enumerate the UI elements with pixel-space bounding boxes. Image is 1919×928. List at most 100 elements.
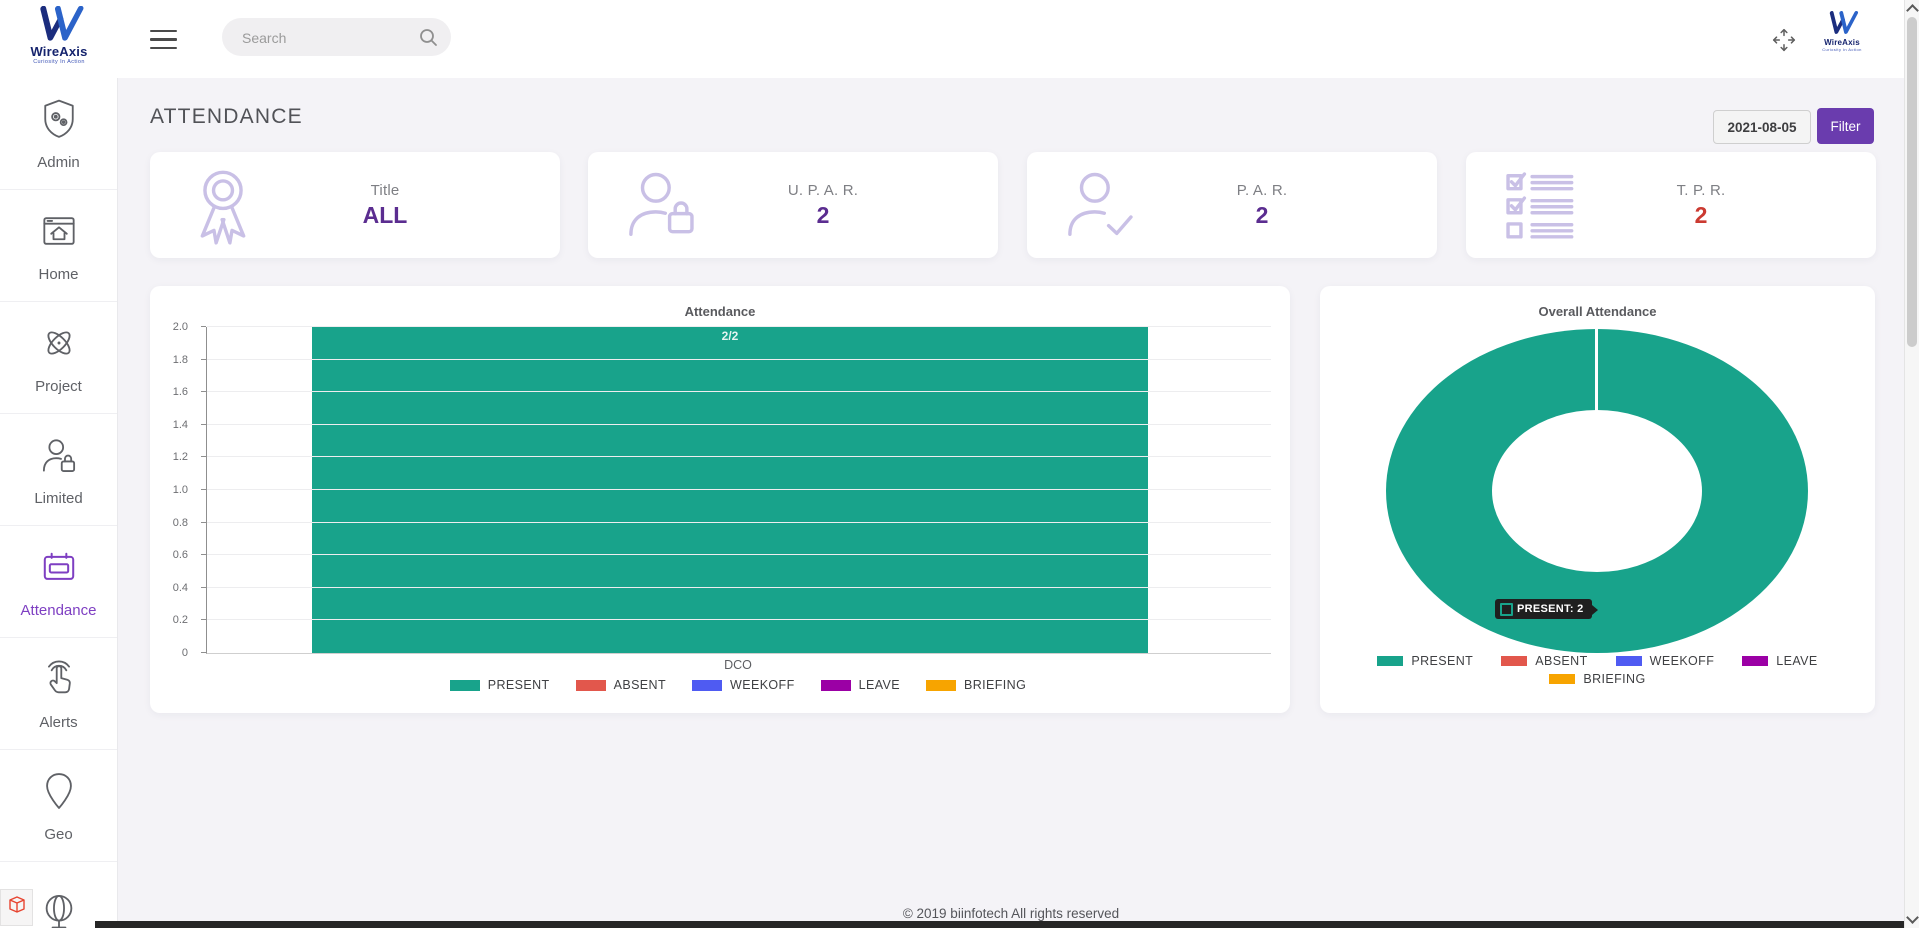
bar-chart-x-label: DCO — [206, 658, 1270, 672]
sidebar-item-limited[interactable]: Limited — [0, 414, 117, 526]
legend-label: LEAVE — [1776, 654, 1817, 668]
y-axis-tick-label: 0.8 — [173, 517, 188, 529]
checklist-icon — [1466, 162, 1611, 248]
sidebar-item-alerts[interactable]: Alerts — [0, 638, 117, 750]
stat-value: 2 — [1256, 202, 1269, 229]
user-check-icon — [1027, 162, 1172, 248]
hamburger-menu-icon[interactable] — [150, 30, 177, 49]
atom-icon — [37, 321, 81, 369]
legend-item: LEAVE — [821, 678, 900, 692]
legend-item: BRIEFING — [1549, 672, 1645, 686]
laravel-badge[interactable] — [0, 889, 33, 926]
legend-swatch — [1377, 656, 1403, 666]
stat-value: 2 — [1695, 202, 1708, 229]
attendance-bar-chart-card: Attendance 00.20.40.60.81.01.21.41.61.82… — [150, 286, 1290, 713]
bar-chart-legend: PRESENTABSENTWEEKOFFLEAVEBRIEFING — [206, 678, 1270, 692]
sidebar-item-geo[interactable]: Geo — [0, 750, 117, 862]
y-axis-tick-label: 1.6 — [173, 386, 188, 398]
legend-item: WEEKOFF — [692, 678, 795, 692]
legend-label: PRESENT — [1411, 654, 1473, 668]
bar-gridline — [207, 619, 1271, 620]
legend-swatch — [1742, 656, 1768, 666]
footer-copyright: © 2019 biinfotech All rights reserved — [117, 906, 1905, 921]
bar-gridline — [207, 424, 1271, 425]
shield-gears-icon — [37, 97, 81, 145]
legend-item: LEAVE — [1742, 654, 1817, 668]
y-axis-tick-label: 0.4 — [173, 582, 188, 594]
bar-present[interactable]: 2/2 — [312, 327, 1148, 653]
bar-gridline — [207, 587, 1271, 588]
legend-swatch — [1501, 656, 1527, 666]
vertical-scrollbar-thumb[interactable] — [1907, 17, 1917, 347]
stat-text: T. P. R. 2 — [1611, 182, 1876, 229]
donut-chart-title: Overall Attendance — [1320, 304, 1875, 319]
legend-label: WEEKOFF — [730, 678, 795, 692]
map-pin-icon — [37, 769, 81, 817]
bar-gridline — [207, 522, 1271, 523]
legend-label: PRESENT — [488, 678, 550, 692]
y-axis-tick-label: 0 — [182, 647, 188, 659]
scroll-up-arrow-icon[interactable] — [1906, 4, 1919, 17]
horizontal-scrollbar[interactable] — [95, 921, 1905, 928]
bar-chart-y-axis: 00.20.40.60.81.01.21.41.61.82.0 — [150, 327, 206, 653]
stat-value: ALL — [363, 202, 408, 229]
sidebar-item-home[interactable]: Home — [0, 190, 117, 302]
filter-button[interactable]: Filter — [1817, 108, 1874, 144]
donut-legend-row: BRIEFING — [1549, 672, 1645, 686]
sidebar-item-admin[interactable]: Admin — [0, 78, 117, 190]
tooltip-swatch — [1500, 603, 1513, 616]
app-root: WireAxis Curiosity In Action — [0, 0, 1919, 928]
legend-item: PRESENT — [1377, 654, 1473, 668]
stat-text: Title ALL — [295, 182, 560, 229]
vertical-scrollbar[interactable] — [1904, 0, 1919, 928]
wireaxis-logo-icon — [33, 6, 85, 47]
sidebar-item-label: Home — [38, 266, 78, 283]
sidebar-item-project[interactable]: Project — [0, 302, 117, 414]
legend-label: ABSENT — [1535, 654, 1587, 668]
overall-attendance-donut-card: Overall Attendance PRESENT: 2 PRESENT ABS… — [1320, 286, 1875, 713]
bar-gridline — [207, 456, 1271, 457]
sidebar-item-attendance[interactable]: Attendance — [0, 526, 117, 638]
bar-gridline — [207, 489, 1271, 490]
search-input[interactable] — [240, 18, 412, 58]
bar-value-label: 2/2 — [312, 329, 1148, 343]
topbar: WireAxis Curiosity In Action — [0, 0, 1905, 78]
stat-label: U. P. A. R. — [788, 182, 858, 199]
page-title: ATTENDANCE — [150, 105, 303, 129]
legend-item: WEEKOFF — [1616, 654, 1715, 668]
brand-name: WireAxis — [30, 44, 87, 59]
brand-logo[interactable]: WireAxis Curiosity In Action — [28, 6, 90, 65]
tooltip-text: PRESENT: 2 — [1517, 603, 1584, 615]
stat-label: T. P. R. — [1677, 182, 1726, 199]
legend-label: WEEKOFF — [1650, 654, 1715, 668]
user-lock-icon — [37, 433, 81, 481]
bar-gridline — [207, 391, 1271, 392]
sidebar-item-label: Limited — [34, 490, 82, 507]
bar-chart-plot-area: 2/2 — [206, 327, 1271, 654]
sidebar-item-label: Attendance — [21, 602, 97, 619]
click-hand-icon — [37, 657, 81, 705]
date-input[interactable]: 2021-08-05 — [1713, 110, 1811, 144]
y-axis-tick-label: 0.2 — [173, 614, 188, 626]
y-axis-tick-label: 1.8 — [173, 354, 188, 366]
laravel-icon — [7, 895, 27, 920]
legend-swatch — [1616, 656, 1642, 666]
legend-swatch — [450, 680, 480, 691]
stat-label: P. A. R. — [1237, 182, 1288, 199]
search-icon[interactable] — [419, 28, 438, 52]
bar-gridline — [207, 554, 1271, 555]
y-axis-tick-label: 1.0 — [173, 484, 188, 496]
scroll-down-arrow-icon[interactable] — [1906, 911, 1919, 924]
legend-item: BRIEFING — [926, 678, 1026, 692]
calendar-icon — [37, 545, 81, 593]
stat-label: Title — [371, 182, 400, 199]
search-box — [222, 18, 451, 56]
bar-chart-title: Attendance — [150, 304, 1290, 319]
globe-icon — [37, 889, 81, 928]
fullscreen-expand-icon[interactable] — [1768, 25, 1800, 57]
donut-legend-row: PRESENT ABSENT WEEKOFF LEAVE — [1377, 654, 1817, 668]
legend-swatch — [821, 680, 851, 691]
bar-gridline — [207, 359, 1271, 360]
y-axis-tick-label: 2.0 — [173, 321, 188, 333]
topbar-right-logo[interactable]: WireAxis Curiosity In Action — [1818, 11, 1866, 52]
